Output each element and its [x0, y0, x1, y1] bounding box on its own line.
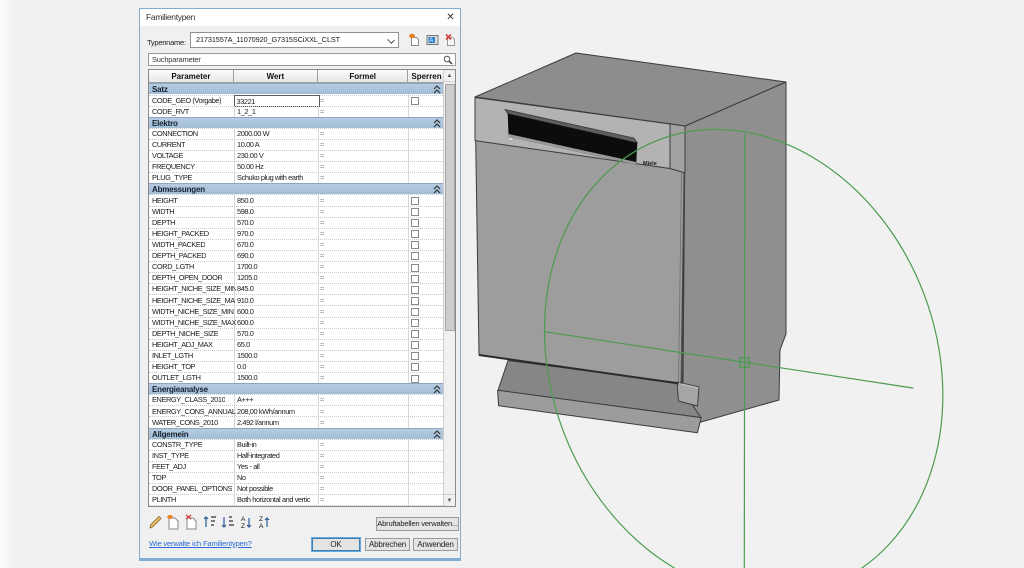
svg-text:Z: Z	[241, 523, 245, 530]
svg-text:A: A	[259, 523, 264, 530]
svg-text:Miele: Miele	[643, 161, 657, 167]
svg-text:A: A	[429, 38, 433, 44]
svg-text:Z: Z	[259, 516, 263, 523]
svg-text:A: A	[241, 516, 246, 523]
